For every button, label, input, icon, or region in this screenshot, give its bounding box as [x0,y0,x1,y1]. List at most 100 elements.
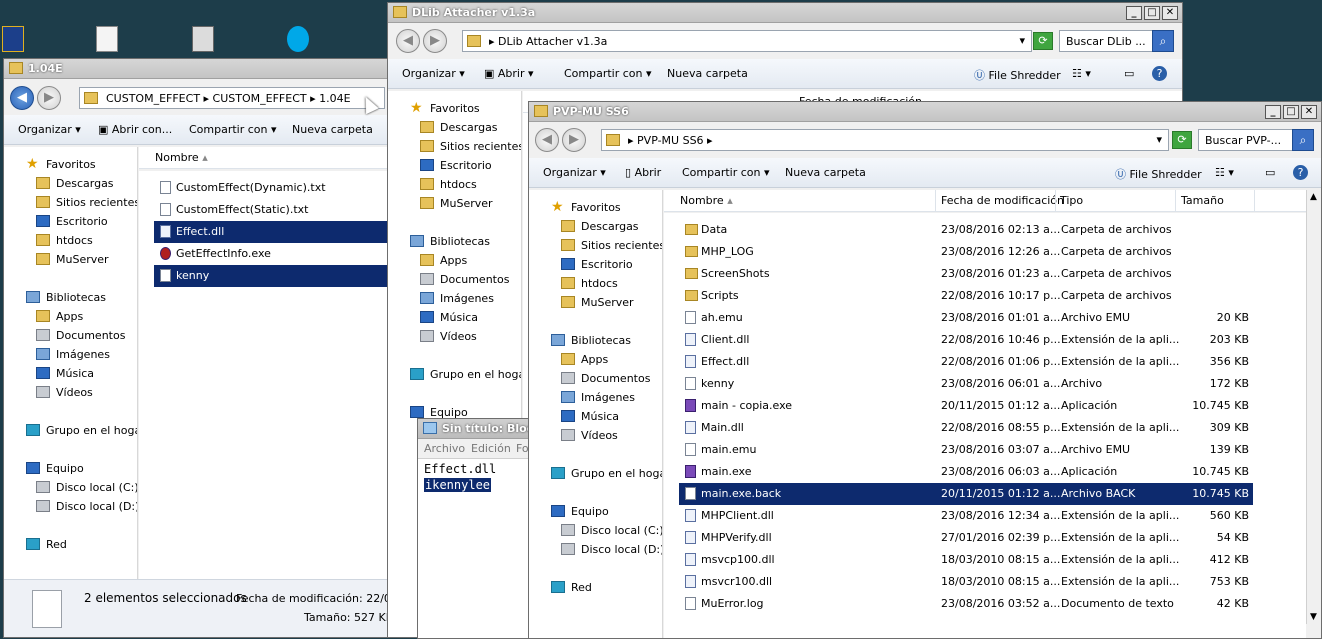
file-row[interactable]: Main.dll 22/08/2016 08:55 p... Extensión d… [679,417,1253,439]
file-icon [160,269,171,282]
file-row[interactable]: GetEffectInfo.exe [154,243,387,265]
file-shredder-button[interactable]: Ⓤ File Shredder [974,67,1061,83]
cell-name: main.exe.back [701,487,782,500]
documents-icon [561,372,575,384]
file-shredder-button[interactable]: Ⓤ File Shredder [1115,166,1202,182]
search-icon[interactable]: ⌕ [1292,129,1314,151]
titlebar[interactable]: DLib Attacher v1.3a _ □ ✕ [388,3,1182,23]
preview-pane-icon[interactable]: ▭ [1124,67,1134,80]
scroll-down-icon[interactable]: ▼ [1310,612,1317,622]
refresh-icon[interactable]: ⟳ [1172,131,1192,149]
vertical-scrollbar[interactable]: ▲ ▼ [1306,190,1321,624]
file-row[interactable]: msvcr100.dll 18/03/2010 08:15 a... Extensi… [679,571,1253,593]
close-button[interactable]: ✕ [1301,105,1317,119]
file-row-selected[interactable]: kenny [154,265,387,287]
maximize-button[interactable]: □ [1283,105,1299,119]
new-folder-button[interactable]: Nueva carpeta [785,166,866,179]
scroll-up-icon[interactable]: ▲ [1310,192,1317,202]
titlebar[interactable]: Sin título: Bloc de notas [418,419,528,439]
search-icon[interactable]: ⌕ [1152,30,1174,52]
new-folder-button[interactable]: Nueva carpeta [667,67,748,80]
menu-edit[interactable]: Edición [471,442,511,455]
share-menu[interactable]: Compartir con ▾ [189,123,277,136]
file-row[interactable]: CustomEffect(Static).txt [154,199,387,221]
open-button[interactable]: ▯ Abrir [625,166,661,179]
forward-arrow-icon[interactable]: ▶ [423,29,447,53]
file-row[interactable]: Data 23/08/2016 02:13 a... Carpeta de arch… [679,219,1253,241]
text-editor[interactable]: Effect.dll ikennylee [418,460,528,638]
titlebar[interactable]: PVP-MU SS6 _ □ ✕ [529,102,1321,122]
menu-file[interactable]: Archivo [424,442,465,455]
organize-menu[interactable]: Organizar ▾ [402,67,465,80]
column-date[interactable]: Fecha de modificación [941,194,1064,207]
file-row[interactable]: CustomEffect(Dynamic).txt [154,177,387,199]
desktop-skype-icon[interactable] [287,26,309,52]
file-row[interactable]: Scripts 22/08/2016 10:17 p... Carpeta de a… [679,285,1253,307]
desktop-shortcut-icon[interactable] [2,26,24,52]
organize-menu[interactable]: Organizar ▾ [18,123,81,136]
file-row[interactable]: Client.dll 22/08/2016 10:46 p... Extensión… [679,329,1253,351]
view-options-icon[interactable]: ☷ ▾ [1072,67,1091,80]
column-header: Nombre ▴ [139,147,387,169]
cell-type: Archivo BACK [1061,487,1136,500]
help-icon[interactable]: ? [1293,165,1308,180]
preview-pane-icon[interactable]: ▭ [1265,166,1275,179]
titlebar[interactable]: 1.04E [4,59,387,79]
share-menu[interactable]: Compartir con ▾ [682,166,770,179]
file-row[interactable]: main - copia.exe 20/11/2015 01:12 a... Apl… [679,395,1253,417]
file-row-selected[interactable]: main.exe.back 20/11/2015 01:12 a... Archiv… [679,483,1253,505]
editor-line: Effect.dll [424,462,497,476]
desktop-document-icon[interactable] [96,26,118,52]
column-type[interactable]: Tipo [1060,194,1083,207]
file-row[interactable]: ScreenShots 23/08/2016 01:23 a... Carpeta … [679,263,1253,285]
file-row[interactable]: msvcp100.dll 18/03/2010 08:15 a... Extensi… [679,549,1253,571]
maximize-button[interactable]: □ [1144,6,1160,20]
file-row[interactable]: MHPVerify.dll 27/01/2016 02:39 p... Extens… [679,527,1253,549]
address-path[interactable]: ▸ PVP-MU SS6 ▸ ▾ [601,129,1169,151]
organize-menu[interactable]: Organizar ▾ [543,166,606,179]
cell-size: 20 KB [1216,311,1249,324]
menu-format[interactable]: Fo [516,442,528,455]
desktop-notepad-icon[interactable] [192,26,214,52]
file-row[interactable]: kenny 23/08/2016 06:01 a... Archivo 172 KB [679,373,1253,395]
file-row[interactable]: main.emu 23/08/2016 03:07 a... Archivo EMU… [679,439,1253,461]
cell-date: 23/08/2016 03:52 a... [941,597,1061,610]
new-folder-button[interactable]: Nueva carpeta [292,123,373,136]
cell-name: main - copia.exe [701,399,793,412]
file-row[interactable]: Effect.dll 22/08/2016 01:06 p... Extensión… [679,351,1253,373]
folder-icon [9,62,23,74]
address-path[interactable]: CUSTOM_EFFECT ▸ CUSTOM_EFFECT ▸ 1.04E [79,87,385,109]
minimize-button[interactable]: _ [1265,105,1281,119]
minimize-button[interactable]: _ [1126,6,1142,20]
chevron-down-icon[interactable]: ▾ [1019,34,1025,47]
file-row[interactable]: ah.emu 23/08/2016 01:01 a... Archivo EMU 20… [679,307,1253,329]
back-arrow-icon[interactable]: ◀ [396,29,420,53]
column-name[interactable]: Nombre ▴ [680,194,733,207]
back-arrow-icon[interactable]: ◀ [535,128,559,152]
search-input[interactable]: Buscar DLib ... ⌕ [1059,30,1174,52]
view-options-icon[interactable]: ☷ ▾ [1215,166,1234,179]
open-menu[interactable]: ▣ Abrir ▾ [484,67,534,80]
refresh-icon[interactable]: ⟳ [1033,32,1053,50]
back-arrow-icon[interactable]: ◀ [10,86,34,110]
open-with-button[interactable]: ▣ Abrir con... [98,123,172,136]
cell-type: Archivo EMU [1061,443,1131,456]
address-path[interactable]: ▸ DLib Attacher v1.3a ▾ [462,30,1032,52]
forward-arrow-icon[interactable]: ▶ [562,128,586,152]
help-icon[interactable]: ? [1152,66,1167,81]
column-name[interactable]: Nombre ▴ [155,151,208,164]
chevron-down-icon[interactable]: ▾ [1156,133,1162,146]
file-row[interactable]: MuError.log 23/08/2016 03:52 a... Document… [679,593,1253,615]
file-row[interactable]: main.exe 23/08/2016 06:03 a... Aplicación 1… [679,461,1253,483]
recent-places-icon [420,140,434,152]
close-button[interactable]: ✕ [1162,6,1178,20]
file-row-selected[interactable]: Effect.dll [154,221,387,243]
share-menu[interactable]: Compartir con ▾ [564,67,652,80]
file-row[interactable]: MHP_LOG 23/08/2016 12:26 a... Carpeta de a… [679,241,1253,263]
dll-file-icon [685,421,696,434]
search-input[interactable]: Buscar PVP-... ⌕ [1198,129,1314,151]
file-row[interactable]: MHPClient.dll 23/08/2016 12:34 a... Extens… [679,505,1253,527]
column-size[interactable]: Tamaño [1181,194,1224,207]
folder-icon [84,92,98,104]
forward-arrow-icon[interactable]: ▶ [37,86,61,110]
